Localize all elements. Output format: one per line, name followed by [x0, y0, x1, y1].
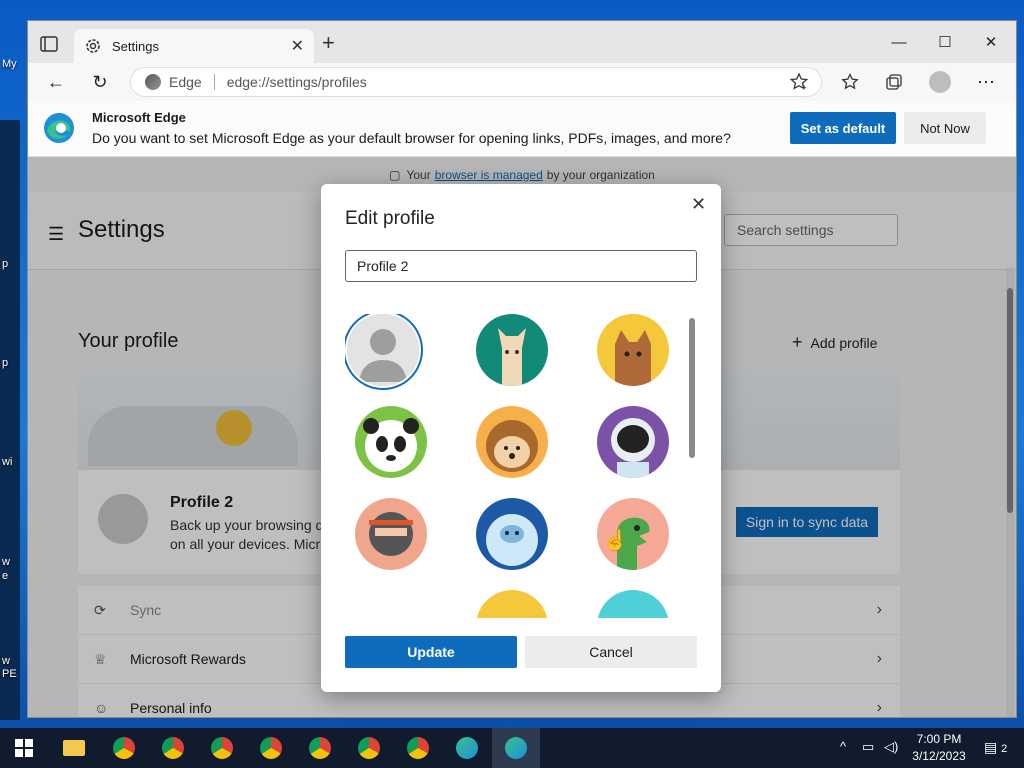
- favorites-icon[interactable]: [836, 69, 864, 95]
- edge-taskbar-icon[interactable]: [502, 734, 530, 762]
- avatar-option-ninja[interactable]: [355, 498, 427, 570]
- tab-actions-icon[interactable]: [38, 33, 60, 55]
- refresh-icon[interactable]: ↻: [86, 69, 114, 95]
- ninja-icon: [355, 498, 427, 570]
- desktop-label[interactable]: PE: [2, 668, 17, 680]
- desktop-label[interactable]: p: [2, 357, 8, 369]
- minimize-icon[interactable]: —: [884, 31, 914, 53]
- cat-icon: [597, 314, 669, 386]
- avatar-option-partial[interactable]: [476, 590, 548, 618]
- avatar-option-partial[interactable]: [355, 590, 427, 618]
- taskbar: ^ ▭ ◁) 7:00 PM 3/12/2023 ▤ 2: [0, 728, 1024, 768]
- edge-logo-icon: [42, 111, 76, 145]
- update-button[interactable]: Update: [345, 636, 517, 668]
- default-browser-infobar: Microsoft Edge Do you want to set Micros…: [28, 101, 1016, 157]
- avatar-option-panda[interactable]: [355, 406, 427, 478]
- tab-settings[interactable]: Settings ✕: [74, 29, 314, 63]
- clock-date: 3/12/2023: [912, 749, 966, 763]
- astronaut-icon: [597, 406, 669, 478]
- set-as-default-button[interactable]: Set as default: [790, 112, 896, 144]
- mouse-cursor-icon: ☝: [603, 530, 628, 552]
- network-icon[interactable]: ▭: [862, 739, 874, 755]
- avatar-option-hedgehog[interactable]: [476, 406, 548, 478]
- new-tab-icon[interactable]: +: [322, 32, 335, 54]
- chrome-icon[interactable]: [355, 734, 383, 762]
- close-icon[interactable]: ✕: [691, 194, 706, 215]
- clock-time: 7:00 PM: [916, 732, 962, 746]
- more-menu-icon[interactable]: ⋯: [972, 69, 1000, 95]
- chevron-up-icon[interactable]: ^: [840, 739, 846, 754]
- avatar-option-default-person[interactable]: [347, 314, 419, 386]
- chrome-icon[interactable]: [404, 734, 432, 762]
- avatar-option-cat[interactable]: [597, 314, 669, 386]
- edge-small-icon: [145, 74, 161, 90]
- edge-taskbar-icon[interactable]: [453, 734, 481, 762]
- desktop-label[interactable]: w: [2, 556, 10, 568]
- add-favorite-icon[interactable]: +: [789, 72, 809, 95]
- chrome-icon[interactable]: [159, 734, 187, 762]
- dialog-title: Edit profile: [345, 208, 435, 229]
- dialog-scrollbar-thumb[interactable]: [689, 318, 695, 458]
- desktop-label[interactable]: w: [2, 655, 10, 667]
- start-windows-icon[interactable]: [10, 734, 38, 762]
- desktop-label[interactable]: e: [2, 570, 8, 582]
- gear-icon: [84, 37, 102, 55]
- hedgehog-icon: [476, 406, 548, 478]
- chrome-icon[interactable]: [208, 734, 236, 762]
- profile-name-input[interactable]: [345, 250, 697, 282]
- chrome-icon[interactable]: [110, 734, 138, 762]
- infobar-message: Do you want to set Microsoft Edge as you…: [92, 130, 731, 146]
- avatar-option-astronaut[interactable]: [597, 406, 669, 478]
- file-explorer-icon[interactable]: [60, 734, 88, 762]
- svg-text:+: +: [802, 83, 807, 92]
- address-bar[interactable]: Edge edge://settings/profiles +: [130, 67, 822, 97]
- avatar-grid: [345, 314, 685, 618]
- clock[interactable]: 7:00 PM 3/12/2023: [904, 731, 974, 765]
- chrome-icon[interactable]: [257, 734, 285, 762]
- address-url[interactable]: edge://settings/profiles: [227, 74, 367, 90]
- collections-icon[interactable]: [880, 69, 908, 95]
- avatar-option-yeti[interactable]: [476, 498, 548, 570]
- llama-icon: [476, 314, 548, 386]
- person-icon: [347, 314, 419, 386]
- address-separator: [213, 74, 215, 90]
- maximize-icon[interactable]: ☐: [930, 31, 960, 53]
- chrome-icon[interactable]: [306, 734, 334, 762]
- tab-title: Settings: [112, 38, 159, 54]
- background-window-strip: [0, 120, 20, 720]
- tab-bar: Settings ✕ + — ☐ ✕: [28, 21, 1016, 63]
- address-label: Edge: [169, 74, 202, 90]
- desktop-label[interactable]: p: [2, 258, 8, 270]
- back-icon[interactable]: ←: [42, 69, 70, 95]
- edit-profile-dialog: Edit profile ✕ U: [321, 184, 721, 692]
- notification-count: 2: [1001, 743, 1008, 755]
- panda-icon: [355, 406, 427, 478]
- close-window-icon[interactable]: ✕: [976, 31, 1006, 53]
- avatar-option-llama[interactable]: [476, 314, 548, 386]
- notifications-icon[interactable]: ▤ 2: [984, 739, 1007, 756]
- volume-icon[interactable]: ◁): [884, 739, 898, 755]
- avatar-option-partial[interactable]: [597, 590, 669, 618]
- infobar-title: Microsoft Edge: [92, 110, 186, 125]
- desktop-label[interactable]: My: [2, 58, 17, 70]
- yeti-icon: [476, 498, 548, 570]
- desktop-label[interactable]: wi: [2, 456, 12, 468]
- cancel-button[interactable]: Cancel: [525, 636, 697, 668]
- profile-avatar-icon[interactable]: [926, 69, 954, 95]
- navigation-bar: ← ↻ Edge edge://settings/profiles + ⋯: [28, 63, 1016, 101]
- close-tab-icon[interactable]: ✕: [291, 36, 304, 56]
- not-now-button[interactable]: Not Now: [904, 112, 986, 144]
